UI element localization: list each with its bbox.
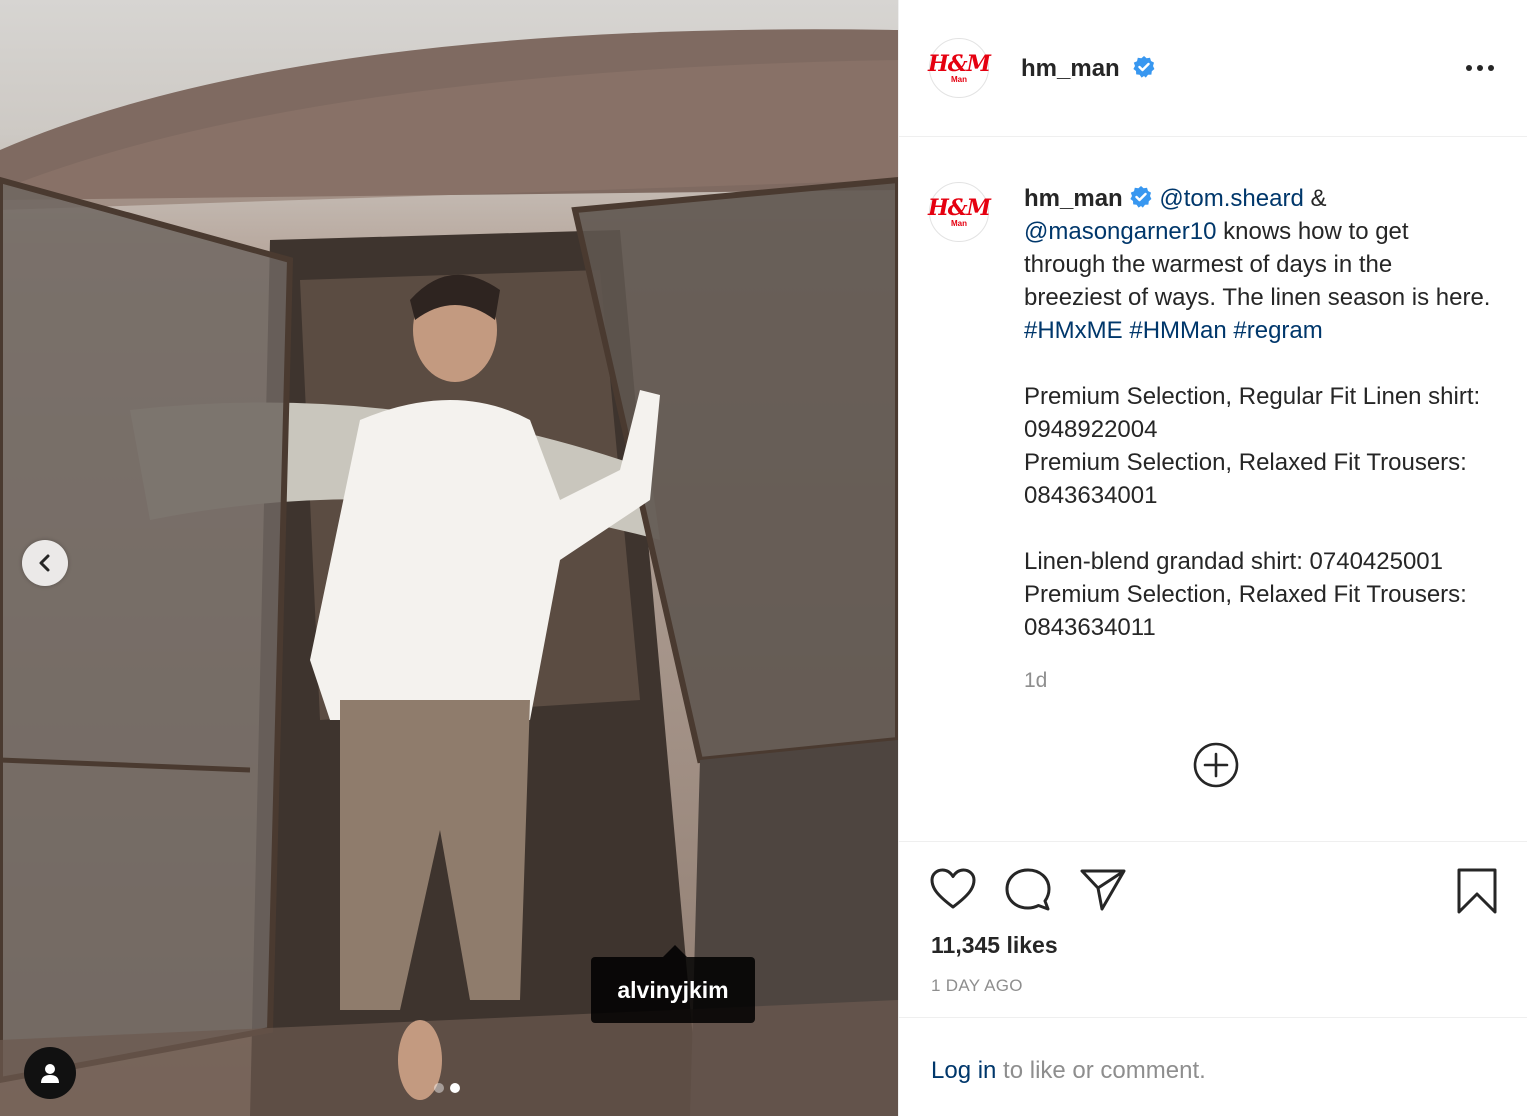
chevron-left-icon (39, 554, 50, 572)
login-prompt: Log in to like or comment. (931, 1057, 1206, 1085)
user-tags-button[interactable] (24, 1047, 76, 1099)
post-date: 1 DAY AGO (931, 976, 1023, 995)
mention-link[interactable]: @masongarner10 (1024, 218, 1216, 245)
caption-amp: & (1303, 185, 1327, 212)
brand-logo: H&M (928, 194, 991, 221)
avatar[interactable]: H&M Man (928, 182, 991, 242)
verified-icon (1133, 56, 1155, 78)
post-side-panel: H&M Man hm_man H&M Man hm_man @tom.shear… (898, 0, 1527, 1116)
carousel-dot-active (450, 1083, 460, 1093)
avatar[interactable]: H&M Man (928, 38, 991, 98)
caption-product: Premium Selection, Regular Fit Linen shi… (1024, 383, 1481, 443)
post-header: H&M Man hm_man (899, 0, 1527, 137)
post-actions: 11,345 likes 1 DAY AGO (899, 843, 1527, 1018)
photo-scene (0, 29, 898, 1116)
user-tag-icon (41, 1064, 59, 1083)
carousel-dot (434, 1083, 444, 1093)
caption-product: Premium Selection, Relaxed Fit Trousers:… (1024, 581, 1467, 641)
login-link[interactable]: Log in (931, 1057, 996, 1084)
caption-product: Linen-blend grandad shirt: 0740425001 (1024, 548, 1444, 575)
carousel-prev-button[interactable] (22, 540, 68, 586)
plus-circle-icon[interactable] (1192, 741, 1240, 789)
brand-logo-sub: Man (951, 74, 967, 84)
carousel-indicator (434, 1083, 460, 1093)
brand-logo: H&M (928, 50, 991, 77)
caption-text: hm_man @tom.sheard & @masongarner10 know… (1024, 182, 1494, 644)
caption-username[interactable]: hm_man (1024, 185, 1123, 212)
bookmark-icon[interactable] (1455, 867, 1499, 915)
caption-area: H&M Man hm_man @tom.sheard & @masongarne… (899, 138, 1527, 842)
header-username-link[interactable]: hm_man (1021, 55, 1156, 83)
more-icon[interactable] (1465, 57, 1495, 79)
caption-intro: hm_man @tom.sheard & @masongarner10 know… (1024, 182, 1494, 347)
comment-icon[interactable] (1004, 867, 1052, 913)
post-photo[interactable]: alvinyjkim (0, 0, 898, 1116)
caption-product: Premium Selection, Relaxed Fit Trousers:… (1024, 449, 1467, 509)
brand-logo-sub: Man (951, 218, 967, 228)
share-icon[interactable] (1079, 867, 1127, 911)
hashtag-link[interactable]: #regram (1233, 317, 1322, 344)
tagged-user-label[interactable]: alvinyjkim (591, 945, 755, 1023)
hashtag-link[interactable]: #HMxME (1024, 317, 1123, 344)
mention-link[interactable]: @tom.sheard (1159, 185, 1303, 212)
heart-icon[interactable] (929, 867, 977, 911)
caption-time: 1d (1024, 669, 1048, 692)
likes-count[interactable]: 11,345 likes (931, 932, 1058, 959)
verified-icon (1130, 186, 1152, 208)
header-username: hm_man (1021, 55, 1120, 82)
hashtag-link[interactable]: #HMMan (1129, 317, 1226, 344)
login-prompt-text: to like or comment. (996, 1057, 1206, 1084)
tagged-user-name: alvinyjkim (617, 976, 729, 1003)
